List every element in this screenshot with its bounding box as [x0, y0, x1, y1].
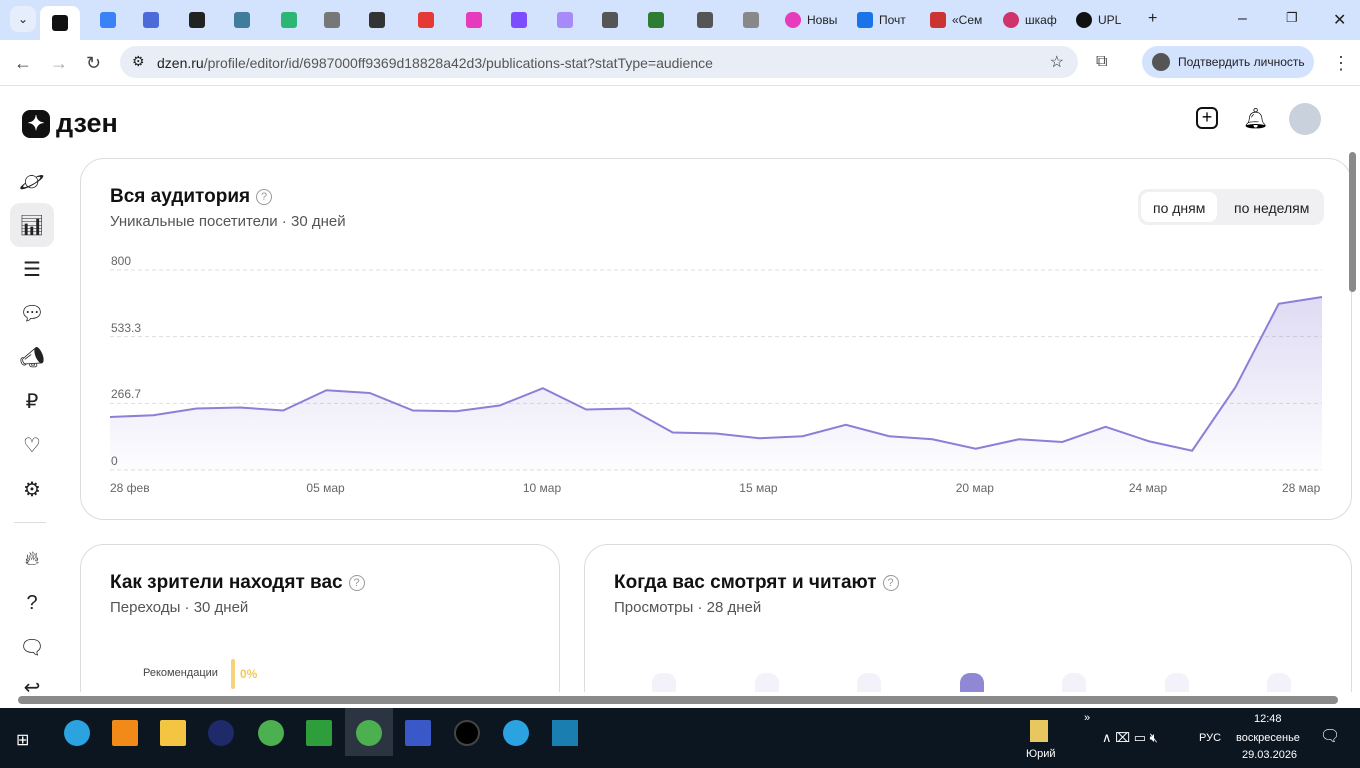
help-icon[interactable]: ?	[882, 575, 899, 591]
data-point[interactable]	[104, 411, 116, 423]
clock-time[interactable]: 12:48	[1254, 713, 1282, 725]
data-point[interactable]	[926, 433, 938, 445]
data-point[interactable]	[580, 404, 592, 416]
x-tick-label: 10 мар	[522, 481, 562, 495]
data-point[interactable]	[1273, 298, 1285, 310]
help-icon[interactable]: ?	[348, 575, 365, 591]
divider	[14, 522, 46, 523]
card-subtitle: Переходы · 30 дней	[110, 599, 249, 616]
language-indicator[interactable]: РУС	[1199, 732, 1221, 744]
data-point[interactable]	[364, 387, 376, 399]
telegram-icon[interactable]	[503, 720, 529, 746]
data-point[interactable]	[970, 443, 982, 455]
source-value: 0%	[240, 667, 258, 681]
subtitle-metric: Переходы	[110, 599, 181, 616]
data-point[interactable]	[753, 432, 765, 444]
vertical-scrollbar-thumb[interactable]	[1349, 152, 1356, 292]
scrollbar-thumb[interactable]	[18, 696, 1338, 704]
chrome-icon[interactable]	[258, 720, 284, 746]
fire-icon[interactable]: 🔥︎	[10, 537, 54, 581]
user-label: Юрий	[1026, 748, 1056, 760]
subtitle-period: 28 дней	[706, 599, 762, 616]
data-point[interactable]	[1143, 435, 1155, 447]
chrome-icon	[356, 720, 382, 746]
card-title-text: Как зрители находят вас	[110, 572, 343, 593]
data-point[interactable]	[450, 405, 462, 417]
audience-chart	[104, 269, 1328, 471]
telegram-icon[interactable]	[64, 720, 90, 746]
card-subtitle: Просмотры · 28 дней	[614, 599, 762, 616]
clock-date: 29.03.2026	[1242, 749, 1298, 761]
chat-icon[interactable]: 🗨︎	[10, 625, 54, 669]
data-point[interactable]	[1229, 381, 1241, 393]
data-point[interactable]	[797, 430, 809, 442]
vlc-icon[interactable]	[112, 720, 138, 746]
y-tick-label: 266.7	[111, 387, 142, 402]
data-point[interactable]	[1056, 436, 1068, 448]
calc-icon[interactable]	[306, 720, 332, 746]
y-tick-label: 0	[111, 454, 118, 468]
help-icon[interactable]: ?	[10, 581, 54, 625]
data-point[interactable]	[320, 384, 332, 396]
y-tick-label: 533.3	[111, 320, 142, 335]
data-point[interactable]	[407, 405, 419, 417]
card-title-text: Когда вас смотрят и читают	[614, 572, 877, 593]
teamviewer-icon[interactable]	[208, 720, 234, 746]
horizontal-scrollbar[interactable]	[0, 692, 1360, 708]
x-tick-label: 24 мар	[1128, 481, 1168, 495]
clock-weekday: воскресенье	[1236, 732, 1300, 744]
card-title: Когда вас смотрят и читают?	[614, 572, 899, 594]
hs-icon[interactable]	[552, 720, 578, 746]
explorer-icon[interactable]	[160, 720, 186, 746]
source-label: Рекомендации	[143, 667, 218, 679]
data-point[interactable]	[623, 403, 635, 415]
data-point[interactable]	[1316, 291, 1328, 303]
data-point[interactable]	[667, 427, 679, 439]
overflow-icon[interactable]: »	[1084, 712, 1090, 724]
data-point[interactable]	[1186, 445, 1198, 457]
user-folder-icon[interactable]	[1030, 720, 1048, 742]
data-point[interactable]	[147, 409, 159, 421]
subtitle-period: 30 дней	[193, 599, 249, 616]
data-point[interactable]	[710, 428, 722, 440]
x-tick-label: 15 мар	[739, 481, 778, 495]
area-fill	[110, 297, 1322, 470]
data-point[interactable]	[537, 382, 549, 394]
data-point[interactable]	[191, 403, 203, 415]
x-tick-label: 28 мар	[1282, 481, 1321, 495]
subtitle-metric: Просмотры	[614, 599, 694, 616]
notifications-icon[interactable]: 🗨︎	[1320, 726, 1340, 746]
data-point[interactable]	[840, 419, 852, 431]
x-tick-label: 20 мар	[955, 481, 994, 495]
tray-icons[interactable]: ∧ ⌧ ▭ 🔇︎	[1102, 730, 1158, 746]
remote-icon[interactable]	[405, 720, 431, 746]
data-point[interactable]	[494, 400, 506, 412]
card-title: Как зрители находят вас?	[110, 572, 365, 594]
data-point[interactable]	[234, 402, 246, 414]
data-point[interactable]	[1100, 421, 1112, 433]
source-bar	[231, 659, 235, 689]
app-x-icon[interactable]	[454, 720, 480, 746]
data-point[interactable]	[1013, 433, 1025, 445]
windows-taskbar: ⊞ Юрий » ∧ ⌧ ▭ 🔇︎ РУС 12:48 воскресенье …	[0, 708, 1360, 768]
x-tick-label: 28 фев	[110, 481, 150, 495]
y-tick-label: 800	[111, 254, 132, 268]
data-point[interactable]	[277, 405, 289, 417]
windows-start-icon[interactable]: ⊞	[16, 730, 29, 750]
x-tick-label: 05 мар	[306, 481, 345, 495]
data-point[interactable]	[883, 430, 895, 442]
chrome-active-task[interactable]	[345, 708, 393, 756]
